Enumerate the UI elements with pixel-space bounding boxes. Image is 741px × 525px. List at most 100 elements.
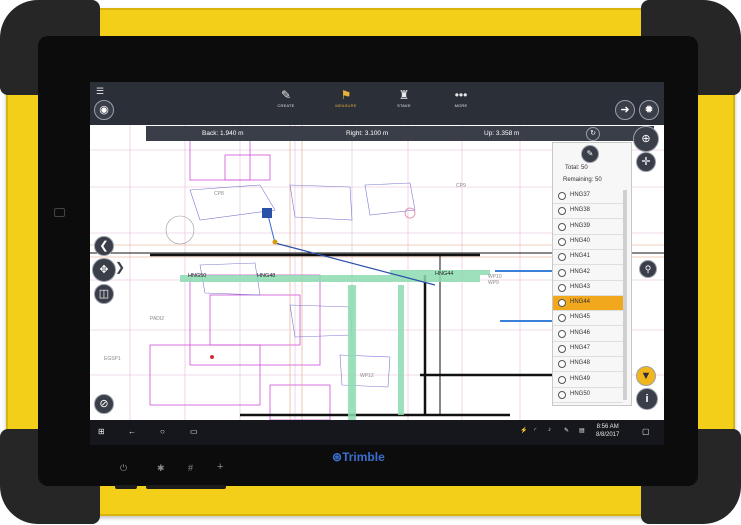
point-total: Total: 50 [565,165,588,171]
radio-icon[interactable] [558,375,566,384]
app-screen: HNG50 HNG48 HNG44 WP10 WP9 CP9 WP12 CP8 … [90,82,664,445]
map-label-cp9: CP9 [456,183,466,189]
point-row[interactable]: HNG47 [553,342,623,357]
create-button[interactable]: ✎ CREATE [271,88,301,108]
stake-icon: ♜ [398,88,410,102]
radio-icon[interactable] [558,192,566,200]
map-label-padi: PADI2 [150,316,164,322]
navigation-pad-icon[interactable]: ✥ [92,258,116,282]
hamburger-menu-icon[interactable]: ☰ [96,86,104,97]
speaker-slot-right [146,485,226,489]
point-row[interactable]: HNG50 [553,388,623,403]
radio-icon[interactable] [558,222,566,231]
clock-time: 8:56 AM [596,424,619,430]
target-icon[interactable]: ⊕ [633,126,659,152]
point-row[interactable]: HNG37 [553,189,623,204]
point-row[interactable]: HNG38 [553,204,623,220]
point-list-panel: ✎ Total: 50 Remaining: 50 HNG37 HNG38 HNG3… [552,142,632,406]
expand-chevron-icon[interactable]: ❯ [115,260,125,274]
point-row[interactable]: HNG45 [553,311,623,327]
app-toolbar: ☰ ◉ ✎ CREATE ⚑ MEASURE ♜ STAKE ••• MORE ➜ ✹ [90,82,664,125]
sun-settings-icon[interactable]: ✹ [639,100,659,120]
point-row[interactable]: HNG39 [553,220,623,235]
point-row[interactable]: HNG43 [553,281,623,296]
radio-icon[interactable] [558,207,566,216]
point-name: HNG42 [570,268,591,275]
map-label-hng48: HNG48 [257,273,275,279]
trimble-globe-icon: ⊛ [332,450,343,464]
right-distance: Right: 3.100 m [346,130,389,137]
point-name: HNG46 [570,329,591,336]
refresh-icon[interactable]: ↻ [586,127,600,141]
point-name: HNG49 [570,375,591,382]
point-row[interactable]: HNG46 [553,327,623,342]
windows-taskbar: ⊞ ← ○ ▭ ⚡ ◜ ♪ ✎ ▤ 8:56 AM 8/8/2017 ▢ [90,420,664,445]
measure-button[interactable]: ⚑ MEASURE [331,88,361,108]
point-row[interactable]: HNG48 [553,357,623,373]
back-distance: Back: 1.940 m [202,130,244,137]
up-distance: Up: 3.358 m [484,130,520,137]
info-icon[interactable]: i [636,388,658,410]
point-name: HNG43 [570,283,591,290]
pan-left-icon[interactable]: ❮ [94,236,114,256]
hash-key-icon[interactable]: # [188,463,193,473]
map-label-cp8: CP8 [214,191,224,197]
radio-icon[interactable] [558,360,566,369]
map-label-hng44: HNG44 [435,271,453,277]
zoom-icon[interactable]: ⚲ [639,260,657,278]
tray-pen-icon[interactable]: ✎ [564,427,569,434]
back-circle-icon[interactable]: ◉ [94,100,114,120]
point-name: HNG41 [570,253,591,260]
radio-icon[interactable] [558,268,566,277]
task-view-icon[interactable]: ▭ [190,427,198,436]
point-name: HNG38 [570,207,591,214]
point-name: HNG39 [570,222,591,229]
measurement-readout: Back: 1.940 m Right: 3.100 m Up: 3.358 m… [146,126,654,141]
point-row[interactable]: HNG40 [553,235,623,250]
point-row[interactable]: HNG44 [553,296,623,312]
point-name: HNG44 [570,299,591,306]
radio-icon[interactable] [558,329,566,338]
stakeout-button[interactable]: ♜ STAKE [389,88,419,108]
point-row[interactable]: HNG41 [553,250,623,266]
tray-wifi-icon[interactable]: ◜ [534,427,536,434]
point-row[interactable]: HNG42 [553,266,623,281]
clock[interactable]: 8:56 AM 8/8/2017 [596,423,619,439]
tray-network-icon[interactable]: ⚡ [520,427,527,434]
radio-icon[interactable] [558,299,566,308]
radio-icon[interactable] [558,345,566,353]
plus-key-icon[interactable]: + [217,461,223,473]
cancel-circle-icon[interactable]: ⊘ [94,394,114,414]
tray-keyboard-icon[interactable]: ▤ [579,427,585,434]
radio-icon[interactable] [558,253,566,262]
user-position-marker [262,208,272,218]
flag-icon: ⚑ [340,88,352,102]
edit-pencil-icon[interactable]: ✎ [581,145,599,163]
filter-funnel-icon[interactable]: ▼ [636,366,656,386]
more-dots-icon: ••• [454,88,468,102]
search-circle-icon[interactable]: ○ [160,427,165,436]
point-name: HNG50 [570,390,591,397]
map-label-wp12: WP12 [360,373,374,379]
more-button[interactable]: ••• MORE [446,88,476,108]
notifications-icon[interactable]: ▢ [642,427,650,436]
panel-scrollbar[interactable] [623,190,627,400]
star-key-icon[interactable]: ✱ [157,463,165,474]
point-row[interactable]: HNG49 [553,373,623,388]
camera-icon [54,208,65,217]
forward-arrow-icon[interactable]: ➜ [615,100,635,120]
map-label-wp9: WP9 [488,280,499,286]
crosshair-icon[interactable]: ✛ [636,152,656,172]
speaker-slot-left [115,485,137,489]
point-remaining: Remaining: 50 [563,177,602,183]
radio-icon[interactable] [558,314,566,323]
tray-volume-icon[interactable]: ♪ [548,427,551,433]
back-arrow-icon[interactable]: ← [128,427,136,436]
radio-icon[interactable] [558,390,566,399]
camera-view-icon[interactable]: ◫ [94,284,114,304]
pencil-icon: ✎ [280,88,292,102]
radio-icon[interactable] [558,283,566,292]
radio-icon[interactable] [558,237,566,246]
power-icon[interactable]: ⏻ [120,463,127,474]
windows-start-icon[interactable]: ⊞ [98,427,105,436]
